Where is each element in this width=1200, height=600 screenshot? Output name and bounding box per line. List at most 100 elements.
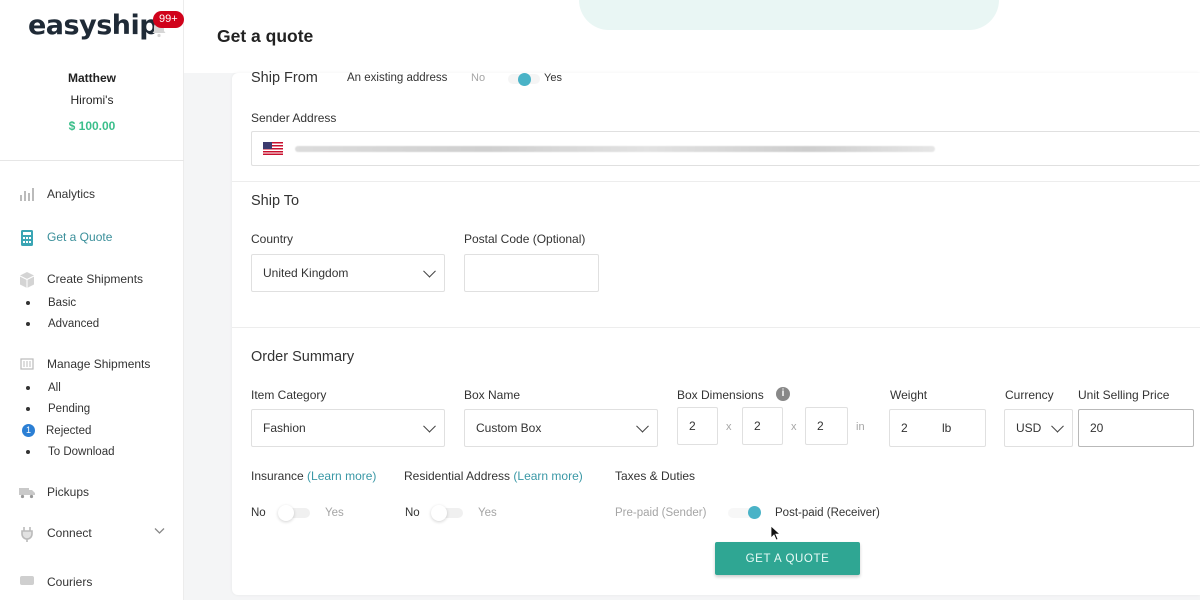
- item-category-value: Fashion: [263, 421, 306, 435]
- analytics-icon: [18, 186, 36, 202]
- unit-price-input[interactable]: 20: [1078, 409, 1194, 447]
- sender-address-label: Sender Address: [251, 111, 337, 125]
- chevron-down-icon: [636, 419, 649, 433]
- insurance-yes: Yes: [325, 507, 344, 519]
- postal-code-label: Postal Code (Optional): [464, 232, 586, 246]
- sidebar-divider: [0, 160, 184, 161]
- sidebar-item-manage-shipments[interactable]: Manage Shipments: [18, 354, 150, 374]
- residential-learn-more-link[interactable]: (Learn more): [513, 469, 582, 483]
- residential-label: Residential Address (Learn more): [404, 469, 583, 483]
- dimension-separator: x: [726, 421, 732, 433]
- taxes-toggle[interactable]: [728, 504, 761, 522]
- subitem-label: Advanced: [48, 318, 100, 330]
- subitem-label: Basic: [48, 297, 77, 309]
- box-length-input[interactable]: 2: [677, 407, 718, 445]
- get-a-quote-button[interactable]: GET A QUOTE: [715, 542, 860, 575]
- insurance-learn-more-link[interactable]: (Learn more): [307, 469, 376, 483]
- sidebar-item-analytics[interactable]: Analytics: [18, 184, 95, 204]
- residential-toggle[interactable]: [431, 504, 463, 522]
- currency-select[interactable]: USD: [1004, 409, 1073, 447]
- ship-to-heading: Ship To: [251, 193, 300, 209]
- box-height-input[interactable]: 2: [805, 407, 848, 445]
- insurance-no: No: [251, 507, 266, 519]
- sidebar-subitem-advanced[interactable]: Advanced: [26, 318, 99, 330]
- taxes-prepaid-option[interactable]: Pre-paid (Sender): [615, 507, 706, 519]
- weight-label: Weight: [890, 388, 928, 402]
- page-title: Get a quote: [217, 26, 314, 46]
- sidebar: easyship 99+ Matthew Hiromi's $ 100.00 A…: [0, 0, 184, 600]
- bullet-icon: [26, 386, 30, 390]
- residential-yes: Yes: [478, 507, 497, 519]
- postal-code-input[interactable]: [464, 254, 599, 292]
- sidebar-item-label: Create Shipments: [47, 272, 144, 286]
- existing-address-no: No: [471, 72, 486, 84]
- box-name-label: Box Name: [464, 388, 521, 402]
- box-icon: [18, 271, 36, 288]
- calculator-icon: [18, 229, 36, 246]
- plug-icon: [18, 525, 36, 542]
- notification-badge: 99+: [153, 11, 184, 28]
- easyship-logo[interactable]: easyship: [28, 10, 159, 41]
- sender-address-select[interactable]: [251, 131, 1200, 166]
- section-divider: [232, 327, 1200, 328]
- weight-input[interactable]: 2 lb: [889, 409, 986, 447]
- currency-label: Currency: [1005, 388, 1054, 402]
- sidebar-subitem-to-download[interactable]: To Download: [26, 446, 114, 458]
- sidebar-item-label: Couriers: [47, 575, 93, 589]
- item-category-label: Item Category: [251, 388, 327, 402]
- list-icon: [18, 356, 36, 372]
- bullet-icon: [26, 407, 30, 411]
- chevron-down-icon: [423, 264, 436, 278]
- country-select[interactable]: United Kingdom: [251, 254, 445, 292]
- taxes-duties-label: Taxes & Duties: [615, 469, 696, 483]
- info-icon[interactable]: i: [776, 387, 790, 401]
- existing-address-yes: Yes: [544, 72, 562, 84]
- sidebar-item-pickups[interactable]: Pickups: [18, 482, 89, 502]
- sidebar-item-label: Get a Quote: [47, 230, 113, 244]
- subitem-label: To Download: [48, 446, 115, 458]
- sidebar-subitem-basic[interactable]: Basic: [26, 297, 76, 309]
- residential-no: No: [405, 507, 420, 519]
- item-category-select[interactable]: Fashion: [251, 409, 445, 447]
- country-value: United Kingdom: [263, 266, 349, 280]
- existing-address-toggle[interactable]: [508, 70, 540, 88]
- sidebar-item-couriers[interactable]: Couriers: [18, 572, 92, 592]
- residential-label-text: Residential Address: [404, 469, 511, 483]
- subitem-label: All: [48, 382, 61, 394]
- weight-value: 2: [901, 421, 908, 435]
- sidebar-subitem-rejected[interactable]: 1 Rejected: [22, 424, 92, 437]
- box-name-value: Custom Box: [476, 421, 542, 435]
- section-divider: [232, 181, 1200, 182]
- header-decoration: [579, 0, 999, 30]
- insurance-toggle[interactable]: [278, 504, 310, 522]
- sender-address-blurred: [295, 145, 935, 152]
- order-summary-heading: Order Summary: [251, 349, 355, 365]
- subitem-label: Rejected: [46, 424, 92, 437]
- account-company: Hiromi's: [70, 93, 114, 107]
- sidebar-item-label: Analytics: [47, 187, 96, 201]
- box-name-select[interactable]: Custom Box: [464, 409, 658, 447]
- sidebar-subitem-pending[interactable]: Pending: [26, 403, 90, 415]
- bullet-icon: [26, 301, 30, 305]
- currency-value: USD: [1016, 421, 1042, 435]
- sidebar-item-connect[interactable]: Connect: [18, 523, 92, 543]
- dimension-separator: x: [791, 421, 797, 433]
- box-width-input[interactable]: 2: [742, 407, 783, 445]
- sidebar-item-label: Connect: [47, 526, 92, 540]
- sidebar-item-get-quote[interactable]: Get a Quote: [18, 227, 112, 247]
- rejected-count-badge: 1: [22, 424, 35, 437]
- sidebar-item-create-shipments[interactable]: Create Shipments: [18, 269, 143, 289]
- subitem-label: Pending: [48, 403, 91, 415]
- unit-price-label: Unit Selling Price: [1078, 388, 1170, 402]
- us-flag-icon: [263, 142, 283, 155]
- weight-unit: lb: [942, 421, 952, 435]
- country-label: Country: [251, 232, 294, 246]
- bullet-icon: [26, 322, 30, 326]
- sidebar-item-label: Pickups: [47, 485, 90, 499]
- taxes-postpaid-option[interactable]: Post-paid (Receiver): [775, 507, 880, 519]
- chevron-down-icon[interactable]: [154, 526, 165, 538]
- truck-icon: [18, 484, 36, 500]
- account-balance: $ 100.00: [68, 119, 116, 133]
- existing-address-label: An existing address: [347, 72, 448, 84]
- sidebar-subitem-all[interactable]: All: [26, 382, 61, 394]
